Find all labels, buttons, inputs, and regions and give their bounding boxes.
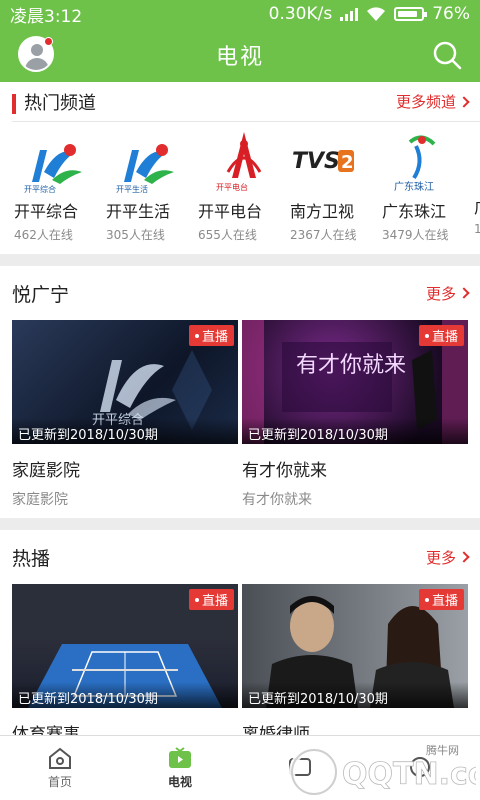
app-bar: 电视 xyxy=(0,28,480,82)
svg-text:QQTN.com: QQTN.com xyxy=(342,757,476,792)
battery-icon xyxy=(394,7,428,21)
more-channels-link[interactable]: 更多频道 xyxy=(396,91,470,112)
live-badge: 直播 xyxy=(418,589,464,610)
channel-name: 广东珠江 xyxy=(382,202,447,221)
avatar-head xyxy=(31,44,43,56)
channel-viewers: 3479人在线 xyxy=(382,228,449,242)
yue-guangning-section: 悦广宁 更多 开平综合 直播 已更新到2018/10/30期 家庭影院 家庭影院 xyxy=(0,266,480,518)
chevron-right-icon xyxy=(458,287,470,299)
channel-name: 南方卫视 xyxy=(290,202,355,221)
channel-viewers: 462人在线 xyxy=(14,228,73,242)
program-thumbnail: 直播 已更新到2018/10/30期 xyxy=(12,584,238,708)
notification-dot xyxy=(44,37,53,46)
program-card[interactable]: 直播 已更新到2018/10/30期 体育赛事 xyxy=(12,584,238,745)
yue-guangning-more-link[interactable]: 更多 xyxy=(426,283,470,304)
search-icon[interactable] xyxy=(432,40,462,70)
svg-text:TVS: TVS xyxy=(292,149,340,174)
svg-text:2: 2 xyxy=(341,152,354,173)
network-speed: 0.30K/s xyxy=(268,4,333,24)
svg-text:开平电台: 开平电台 xyxy=(216,182,248,192)
update-label: 已更新到2018/10/30期 xyxy=(12,682,238,708)
program-title: 有才你就来 xyxy=(242,461,327,481)
update-label: 已更新到2018/10/30期 xyxy=(12,418,238,444)
channel-list: 开平综合 开平综合 462人在线 开平生活 开平生活 305人在线 开平电台 开… xyxy=(0,122,480,254)
hot-channels-section: 热门频道 更多频道 开平综合 开平综合 462人在线 开平生活 开平生活 305… xyxy=(0,82,480,254)
channel-item[interactable]: 开平生活 开平生活 305人在线 xyxy=(106,122,198,243)
channel-item[interactable]: 开平电台 开平电台 655人在线 xyxy=(198,122,290,243)
program-thumbnail: 有才你就来 直播 已更新到2018/10/30期 xyxy=(242,320,468,444)
yue-guangning-header: 悦广宁 更多 xyxy=(0,266,480,320)
channel-name: 开平电台 xyxy=(198,202,263,221)
chevron-right-icon xyxy=(458,95,470,108)
hot-play-title: 热播 xyxy=(12,547,51,570)
update-label: 已更新到2018/10/30期 xyxy=(242,418,468,444)
chevron-right-icon xyxy=(458,551,470,563)
channel-item[interactable]: TVS 2 南方卫视 2367人在线 xyxy=(290,122,382,243)
channel-name: 开平综合 xyxy=(14,202,79,221)
svg-text:广东珠江: 广东珠江 xyxy=(394,180,434,193)
program-subtitle: 家庭影院 xyxy=(12,492,68,508)
channel-logo-kaiping-radio: 开平电台 xyxy=(216,132,262,192)
hot-play-section: 热播 更多 直播 已更新到2018/10/30期 体育赛事 xyxy=(0,530,480,745)
channel-logo-guangdong-pearl: 广东珠江 xyxy=(394,135,436,193)
svg-text:开平综合: 开平综合 xyxy=(24,184,56,194)
channel-item[interactable]: 广东珠江 广东珠江 3479人在线 xyxy=(382,122,474,243)
tab-label: 电视 xyxy=(167,775,192,789)
live-badge: 直播 xyxy=(418,325,464,346)
avatar-body xyxy=(25,58,49,70)
channel-viewers: 1 xyxy=(474,222,480,236)
signal-icon xyxy=(340,7,359,21)
update-label: 已更新到2018/10/30期 xyxy=(242,682,468,708)
channel-viewers: 655人在线 xyxy=(198,228,257,242)
page-title: 电视 xyxy=(215,45,264,70)
hot-channels-header: 热门频道 更多频道 xyxy=(12,82,480,122)
svg-text:开平生活: 开平生活 xyxy=(116,184,148,194)
channel-logo-partial xyxy=(474,122,480,194)
tab-tv[interactable]: 电视 xyxy=(120,736,240,800)
channel-logo-kaiping-general: 开平综合 xyxy=(24,144,82,194)
wifi-icon xyxy=(367,7,386,21)
live-badge: 直播 xyxy=(188,325,234,346)
channel-item[interactable]: 开平综合 开平综合 462人在线 xyxy=(14,122,106,243)
program-thumbnail: 直播 已更新到2018/10/30期 xyxy=(242,584,468,708)
program-card[interactable]: 有才你就来 直播 已更新到2018/10/30期 有才你就来 有才你就来 xyxy=(242,320,468,509)
channel-logo-southern-tv: TVS 2 xyxy=(292,149,354,174)
status-bar: 凌晨3:12 0.30K/s 76% xyxy=(0,0,480,28)
hot-play-more-link[interactable]: 更多 xyxy=(426,547,470,568)
home-icon xyxy=(49,747,71,769)
site-watermark: QQTN.com 腾牛网 xyxy=(289,743,476,797)
program-card[interactable]: 直播 已更新到2018/10/30期 离婚律师 xyxy=(242,584,468,745)
channel-item[interactable]: 广 1 xyxy=(474,122,480,236)
program-card[interactable]: 开平综合 直播 已更新到2018/10/30期 家庭影院 家庭影院 xyxy=(12,320,238,509)
channel-logo-kaiping-life: 开平生活 xyxy=(116,144,174,194)
svg-text:有才你就来: 有才你就来 xyxy=(296,353,406,378)
program-title: 家庭影院 xyxy=(12,461,80,481)
status-time: 凌晨3:12 xyxy=(10,6,83,27)
channel-viewers: 305人在线 xyxy=(106,228,165,242)
tv-icon xyxy=(169,747,191,768)
svg-text:腾牛网: 腾牛网 xyxy=(426,743,459,757)
section-marker xyxy=(12,93,16,114)
channel-name: 开平生活 xyxy=(106,202,171,221)
tab-label: 首页 xyxy=(47,775,72,789)
live-badge: 直播 xyxy=(188,589,234,610)
program-thumbnail: 开平综合 直播 已更新到2018/10/30期 xyxy=(12,320,238,444)
program-subtitle: 有才你就来 xyxy=(242,492,312,508)
channel-name: 广 xyxy=(474,194,480,218)
hot-channels-title: 热门频道 xyxy=(24,92,96,114)
channel-viewers: 2367人在线 xyxy=(290,228,357,242)
tab-home[interactable]: 首页 xyxy=(0,736,120,800)
yue-guangning-title: 悦广宁 xyxy=(12,283,70,306)
battery-level: 76% xyxy=(432,4,470,24)
hot-play-header: 热播 更多 xyxy=(0,530,480,584)
